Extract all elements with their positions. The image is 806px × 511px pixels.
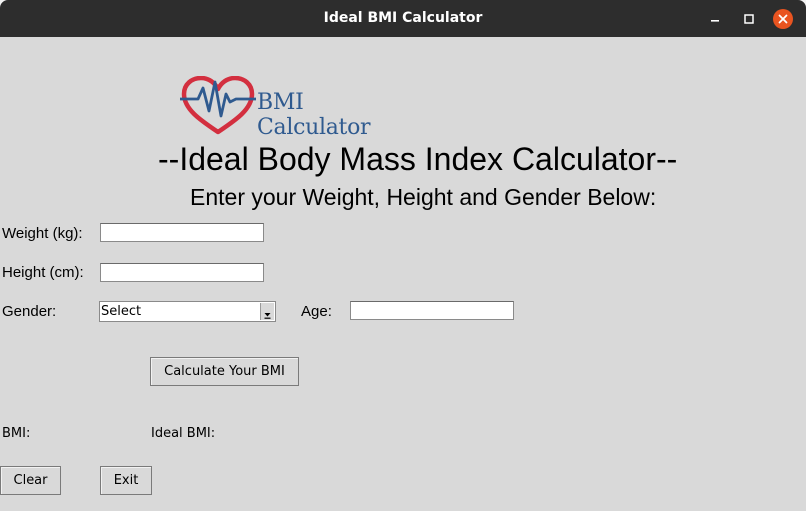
title-bar[interactable]: Ideal BMI Calculator	[0, 0, 806, 37]
gender-selected-value: Select	[101, 304, 142, 319]
logo-text: BMI Calculator	[257, 90, 371, 140]
close-button[interactable]	[773, 9, 793, 29]
maximize-button[interactable]	[739, 9, 759, 29]
heart-pulse-icon	[180, 76, 256, 135]
minimize-icon	[711, 20, 719, 22]
bmi-result-label: BMI:	[2, 426, 31, 441]
weight-label: Weight (kg):	[2, 225, 83, 242]
page-title: --Ideal Body Mass Index Calculator--	[158, 141, 678, 177]
weight-input[interactable]	[100, 223, 264, 242]
height-label: Height (cm):	[2, 264, 84, 281]
ideal-bmi-result-label: Ideal BMI:	[151, 426, 216, 441]
maximize-icon	[744, 14, 754, 24]
minimize-button[interactable]	[705, 9, 725, 29]
main-content: BMI Calculator --Ideal Body Mass Index C…	[0, 37, 806, 511]
window-title: Ideal BMI Calculator	[323, 10, 483, 26]
exit-button[interactable]: Exit	[100, 466, 152, 495]
app-window: Ideal BMI Calculator BMI Calculator --Id…	[0, 0, 806, 511]
gender-label: Gender:	[2, 303, 57, 320]
age-label: Age:	[301, 303, 332, 320]
bmi-logo: BMI Calculator	[180, 76, 420, 140]
age-input[interactable]	[350, 301, 514, 320]
gender-select[interactable]: Select	[99, 301, 276, 322]
calculate-bmi-button[interactable]: Calculate Your BMI	[150, 357, 299, 386]
chevron-down-icon[interactable]	[260, 303, 274, 320]
clear-button[interactable]: Clear	[0, 466, 61, 495]
height-input[interactable]	[100, 263, 264, 282]
dropdown-arrow-icon	[264, 313, 271, 319]
page-subtitle: Enter your Weight, Height and Gender Bel…	[190, 184, 657, 210]
close-icon	[778, 14, 788, 24]
